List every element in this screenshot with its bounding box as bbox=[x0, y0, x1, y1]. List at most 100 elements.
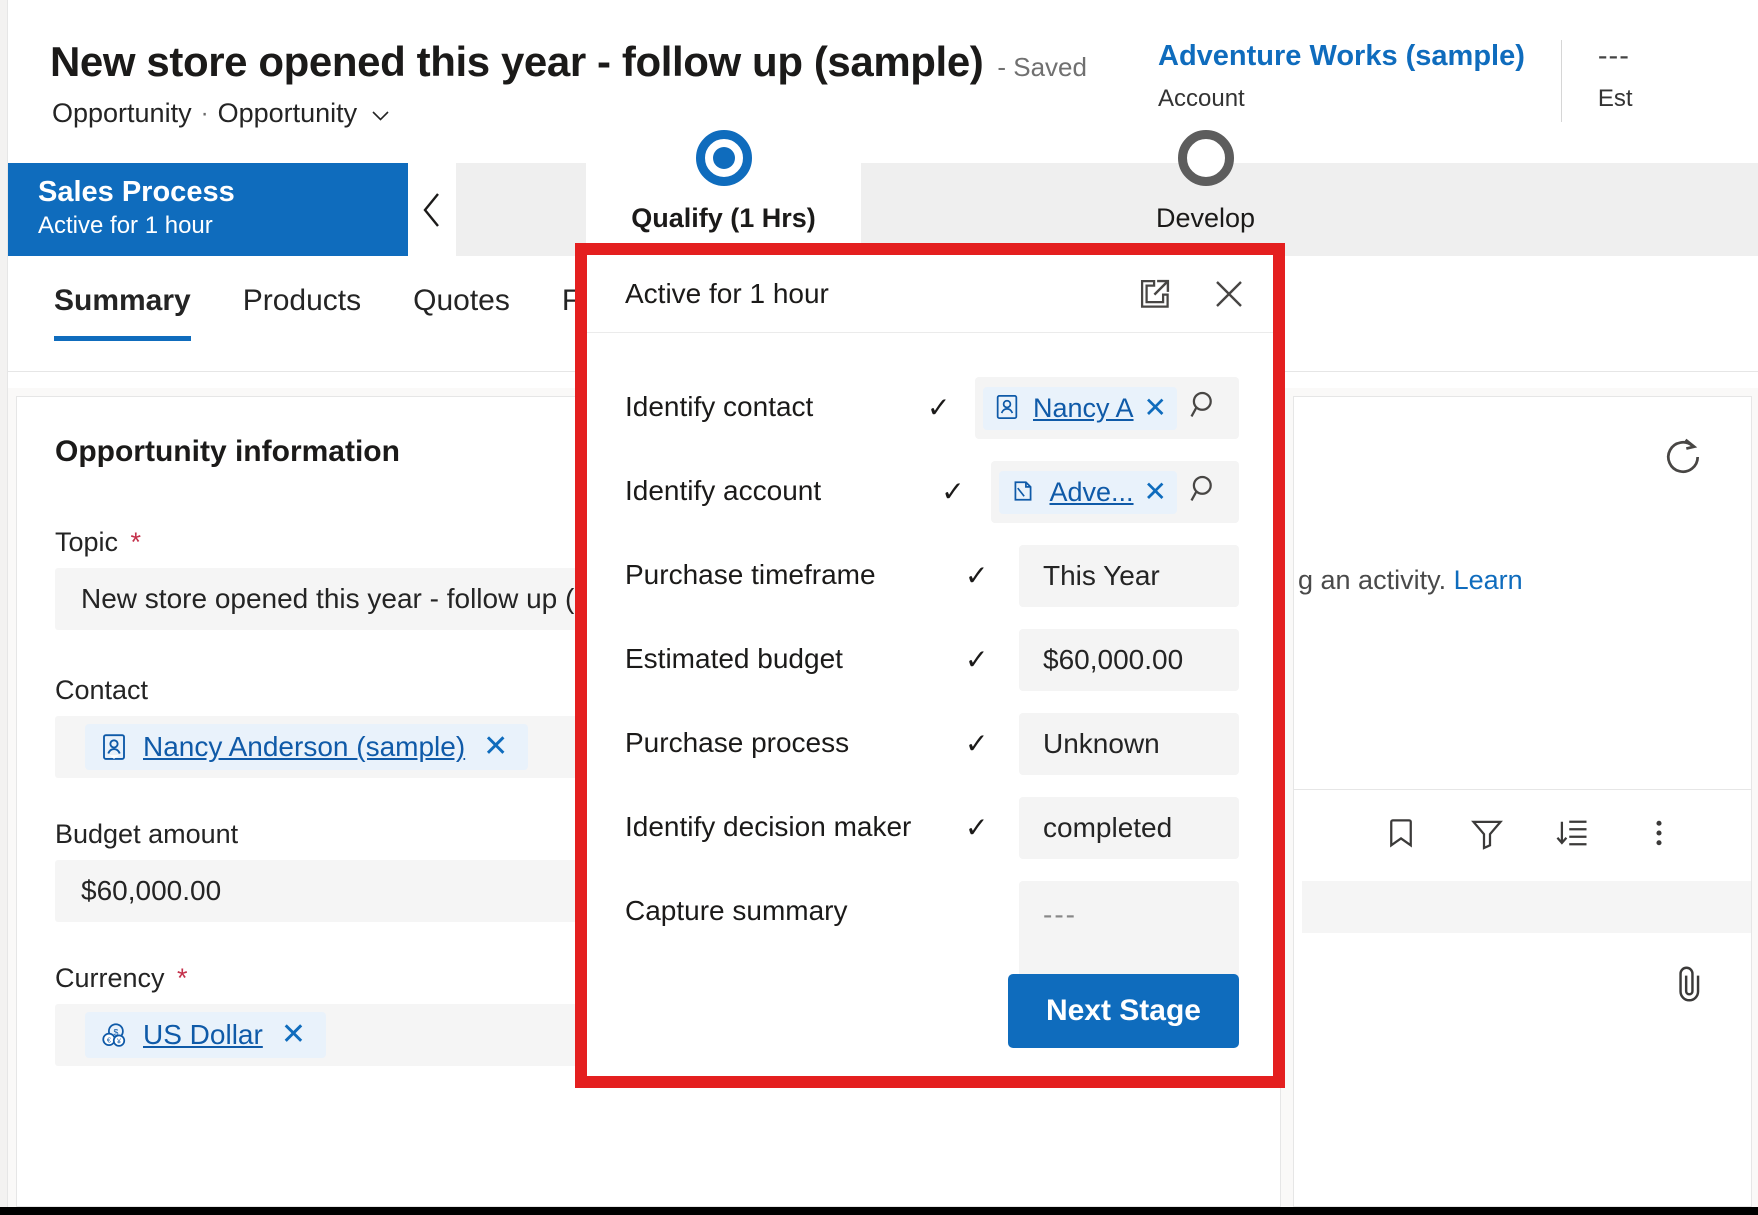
chevron-left-icon[interactable] bbox=[408, 163, 456, 256]
step-label: Identify decision maker bbox=[625, 811, 912, 842]
search-icon[interactable] bbox=[1187, 471, 1223, 514]
account-link[interactable]: Adventure Works (sample) bbox=[1158, 40, 1525, 73]
breadcrumb: Opportunity · Opportunity bbox=[52, 98, 389, 129]
process-duration: Active for 1 hour bbox=[38, 212, 213, 240]
tab-summary[interactable]: Summary bbox=[54, 284, 191, 341]
step-value-estimated-budget[interactable]: $60,000.00 bbox=[1019, 629, 1239, 691]
step-value: $60,000.00 bbox=[1043, 644, 1184, 675]
header-related-fields: Adventure Works (sample) Account --- Est bbox=[1158, 40, 1633, 122]
close-icon[interactable] bbox=[1211, 276, 1247, 312]
pop-out-icon[interactable] bbox=[1137, 276, 1173, 312]
field-value: $60,000.00 bbox=[81, 875, 222, 906]
app-screen: New store opened this year - follow up (… bbox=[0, 0, 1758, 1215]
account-caption: Account bbox=[1158, 85, 1245, 112]
stage-current-icon bbox=[695, 130, 752, 186]
lookup-value[interactable]: US Dollar bbox=[143, 1019, 263, 1051]
lookup-value[interactable]: Adve... bbox=[1049, 477, 1133, 508]
step-value: Unknown bbox=[1043, 728, 1160, 759]
account-icon bbox=[1009, 477, 1039, 507]
refresh-icon[interactable] bbox=[1661, 435, 1705, 484]
screen-bottom-edge bbox=[0, 1207, 1758, 1215]
step-value: This Year bbox=[1043, 560, 1160, 591]
learn-more-link[interactable]: Learn bbox=[1454, 565, 1523, 595]
stage-pending-icon bbox=[1177, 130, 1234, 186]
step-value: completed bbox=[1043, 812, 1173, 843]
required-marker: * bbox=[130, 527, 142, 557]
section-title: Opportunity information bbox=[55, 435, 400, 468]
lookup-pill[interactable]: Adve... ✕ bbox=[999, 470, 1177, 514]
check-icon: ✓ bbox=[927, 392, 951, 423]
check-icon: ✓ bbox=[965, 812, 989, 843]
close-icon[interactable]: ✕ bbox=[479, 732, 512, 762]
process-name: Sales Process bbox=[38, 176, 235, 208]
lookup-pill[interactable]: Nancy Anderson (sample) ✕ bbox=[85, 724, 529, 770]
search-icon[interactable] bbox=[1187, 387, 1223, 430]
currency-icon: $ € ¥ bbox=[99, 1020, 129, 1050]
contact-icon bbox=[99, 732, 129, 762]
related-est-value: --- Est bbox=[1598, 40, 1633, 113]
filter-icon[interactable] bbox=[1469, 815, 1505, 856]
est-caption: Est bbox=[1597, 85, 1633, 112]
save-status: - Saved bbox=[997, 52, 1087, 82]
highlight-box: Active for 1 hour Identify contact ✓ Nan… bbox=[575, 243, 1285, 1088]
form-selector-label[interactable]: Opportunity bbox=[218, 98, 358, 129]
flyout-title: Active for 1 hour bbox=[625, 277, 829, 309]
tab-label: Products bbox=[242, 284, 362, 317]
close-icon[interactable]: ✕ bbox=[1144, 478, 1167, 506]
stage-flyout: Active for 1 hour Identify contact ✓ Nan… bbox=[587, 255, 1273, 1076]
step-label: Purchase process bbox=[625, 727, 850, 758]
tab-label: Quotes bbox=[413, 284, 510, 317]
breadcrumb-entity: Opportunity bbox=[52, 98, 192, 128]
flyout-steps: Identify contact ✓ Nancy A ✕ Identify ac… bbox=[587, 333, 1273, 1021]
label-text: Budget amount bbox=[55, 819, 239, 849]
title-row: New store opened this year - follow up (… bbox=[50, 38, 1087, 86]
check-placeholder bbox=[965, 881, 1019, 895]
check-icon: ✓ bbox=[965, 560, 989, 591]
step-lookup-account[interactable]: Adve... ✕ bbox=[991, 461, 1239, 523]
step-label: Identify contact bbox=[625, 391, 814, 422]
lookup-pill[interactable]: Nancy A ✕ bbox=[982, 386, 1177, 430]
step-value-purchase-timeframe[interactable]: This Year bbox=[1019, 545, 1239, 607]
label-text: Contact bbox=[55, 675, 149, 705]
more-options-icon[interactable] bbox=[1641, 815, 1677, 856]
timeline-empty-message: g an activity. Learn bbox=[1298, 565, 1523, 596]
step-value-identify-decision-maker[interactable]: completed bbox=[1019, 797, 1239, 859]
page-title: New store opened this year - follow up (… bbox=[50, 38, 984, 85]
step-lookup-contact[interactable]: Nancy A ✕ bbox=[974, 377, 1239, 439]
close-icon[interactable]: ✕ bbox=[1144, 394, 1167, 422]
breadcrumb-separator: · bbox=[200, 99, 209, 127]
step-label: Identify account bbox=[625, 475, 822, 506]
tab-quotes[interactable]: Quotes bbox=[413, 284, 510, 341]
lookup-value[interactable]: Nancy Anderson (sample) bbox=[143, 731, 465, 763]
timeline-toolbar bbox=[1294, 790, 1751, 880]
field-value: New store opened this year - follow up (… bbox=[81, 583, 589, 614]
lookup-value[interactable]: Nancy A bbox=[1033, 393, 1134, 424]
check-icon: ✓ bbox=[965, 644, 989, 675]
flyout-header: Active for 1 hour bbox=[587, 255, 1273, 333]
flyout-step-purchase-process: Purchase process ✓ Unknown bbox=[625, 713, 1239, 775]
close-icon[interactable]: ✕ bbox=[277, 1020, 310, 1050]
sort-icon[interactable] bbox=[1555, 815, 1591, 856]
process-header[interactable]: Sales Process Active for 1 hour bbox=[8, 163, 408, 256]
next-stage-button[interactable]: Next Stage bbox=[1007, 974, 1239, 1048]
check-icon: ✓ bbox=[965, 728, 989, 759]
step-label: Estimated budget bbox=[625, 643, 843, 674]
chevron-down-icon[interactable] bbox=[372, 110, 389, 121]
lookup-pill[interactable]: $ € ¥ US Dollar ✕ bbox=[85, 1012, 326, 1058]
timeline-row-strip bbox=[1302, 881, 1751, 933]
bookmark-icon[interactable] bbox=[1383, 815, 1419, 856]
label-text: Currency bbox=[55, 963, 165, 993]
flyout-step-identify-contact: Identify contact ✓ Nancy A ✕ bbox=[625, 377, 1239, 439]
message-text: g an activity. bbox=[1298, 565, 1447, 595]
step-label: Purchase timeframe bbox=[625, 559, 876, 590]
tab-products[interactable]: Products bbox=[243, 284, 361, 341]
left-rail bbox=[0, 0, 8, 1215]
step-value-purchase-process[interactable]: Unknown bbox=[1019, 713, 1239, 775]
record-header: New store opened this year - follow up (… bbox=[8, 0, 1758, 150]
header-divider bbox=[1560, 40, 1562, 122]
flyout-step-identify-account: Identify account ✓ Adve... ✕ bbox=[625, 461, 1239, 523]
attachment-icon[interactable] bbox=[1673, 963, 1707, 1010]
check-icon: ✓ bbox=[941, 476, 965, 507]
contact-icon bbox=[993, 393, 1023, 423]
step-label: Capture summary bbox=[625, 895, 848, 926]
